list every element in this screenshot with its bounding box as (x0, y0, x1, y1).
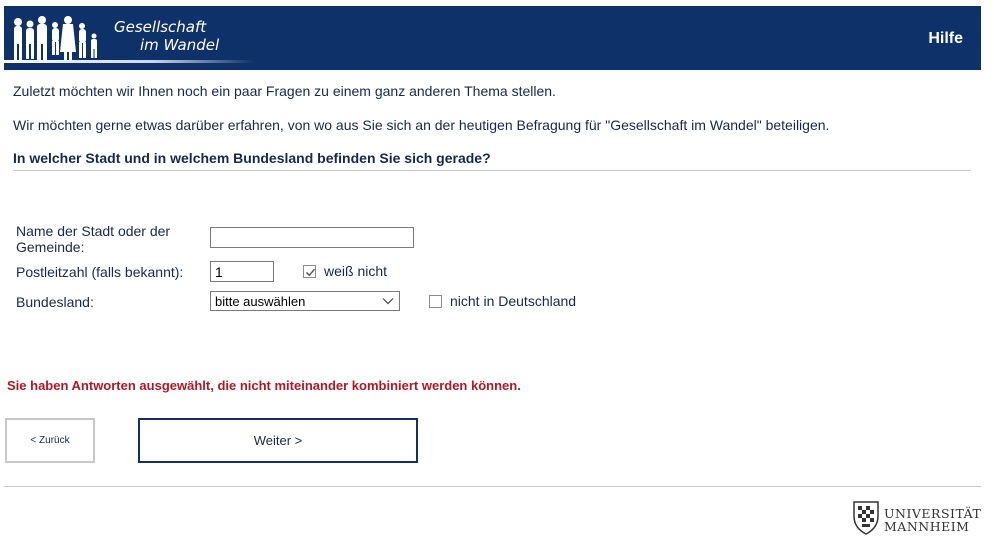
intro-text-1: Zuletzt möchten wir Ihnen noch ein paar … (13, 83, 556, 99)
logo-wordmark: Gesellschaft im Wandel (114, 18, 219, 54)
university-seal-icon (853, 501, 879, 535)
zip-unknown-option[interactable]: weiß nicht (303, 263, 387, 279)
state-label: Bundesland: (16, 294, 94, 310)
header-banner: Gesellschaft im Wandel Hilfe (4, 6, 981, 70)
university-logo: UNIVERSITÄT MANNHEIM (850, 496, 985, 538)
zip-unknown-label: weiß nicht (324, 263, 388, 279)
city-label: Name der Stadt oder der Gemeinde: (16, 223, 171, 255)
state-select-value: bitte auswählen (215, 294, 306, 309)
help-link[interactable]: Hilfe (928, 30, 963, 48)
chevron-down-icon (382, 298, 394, 305)
back-button[interactable]: < Zurück (5, 418, 95, 463)
not-in-germany-label: nicht in Deutschland (450, 293, 577, 309)
zip-input[interactable] (210, 261, 274, 282)
logo-line-1: Gesellschaft (114, 18, 207, 36)
city-input[interactable] (210, 227, 414, 248)
zip-label: Postleitzahl (falls bekannt): (16, 264, 184, 280)
zip-unknown-checkbox[interactable] (303, 264, 316, 278)
checkmark-icon (305, 268, 316, 276)
not-in-germany-option[interactable]: nicht in Deutschland (429, 293, 576, 309)
intro-text-2: Wir möchten gerne etwas darüber erfahren… (13, 117, 830, 133)
logo-line-2: im Wandel (140, 36, 220, 54)
divider (13, 170, 971, 171)
university-line-2: MANNHEIM (884, 519, 970, 534)
not-in-germany-checkbox[interactable] (429, 294, 442, 308)
state-select[interactable]: bitte auswählen (210, 291, 400, 311)
university-wordmark: UNIVERSITÄT MANNHEIM (884, 507, 981, 533)
question-heading: In welcher Stadt und in welchem Bundesla… (13, 150, 491, 166)
next-button[interactable]: Weiter > (138, 418, 418, 463)
error-message: Sie haben Antworten ausgewählt, die nich… (7, 378, 521, 393)
people-silhouette-logo-icon (14, 16, 97, 61)
footer-divider (4, 486, 981, 487)
header-accent-stripe (4, 60, 254, 63)
